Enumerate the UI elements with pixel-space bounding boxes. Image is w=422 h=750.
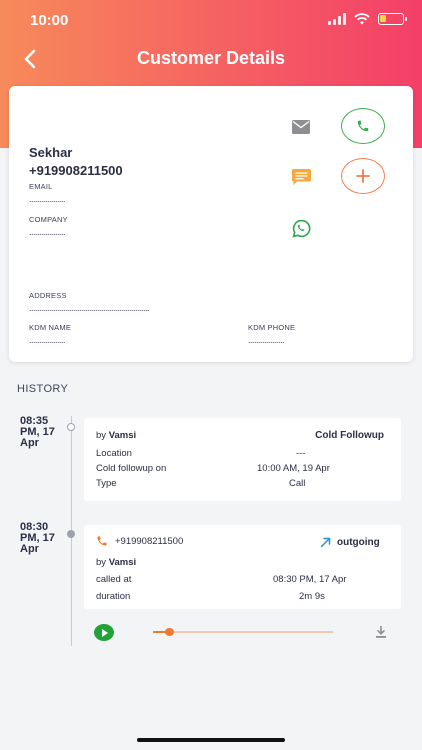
history-card-call[interactable]: +919908211500 outgoing by Vamsi called a… — [84, 525, 401, 609]
whatsapp-icon[interactable] — [292, 219, 311, 238]
followup-label: Cold followup on — [96, 463, 167, 474]
history-title: HISTORY — [17, 383, 69, 395]
by-prefix: by — [96, 430, 107, 441]
add-button[interactable] — [341, 158, 385, 194]
followup-value: 10:00 AM, 19 Apr — [257, 463, 330, 474]
customer-name: Sekhar — [29, 145, 73, 160]
duration-label: duration — [96, 591, 131, 602]
address-value: ........................................… — [29, 303, 150, 313]
mail-icon[interactable] — [292, 120, 310, 134]
status-icons — [328, 13, 407, 25]
by-name: Vamsi — [108, 557, 137, 568]
company-label: COMPANY — [29, 215, 68, 224]
signal-icon — [328, 13, 346, 25]
called-at-value: 08:30 PM, 17 Apr — [273, 574, 347, 585]
message-icon[interactable] — [292, 169, 311, 186]
by-name: Vamsi — [108, 430, 137, 441]
battery-icon — [378, 13, 407, 25]
seek-thumb[interactable] — [165, 628, 175, 636]
seek-track[interactable] — [153, 631, 333, 633]
timeline-dot — [67, 530, 75, 538]
email-value: .................. — [29, 194, 66, 204]
duration-value: 2m 9s — [299, 591, 325, 602]
kdm-name-label: KDM NAME — [29, 323, 72, 332]
called-at-label: called at — [96, 574, 132, 585]
history-card-followup[interactable]: by Vamsi Cold Followup Location --- Cold… — [84, 418, 401, 501]
audio-player — [94, 624, 394, 642]
company-value: .................. — [29, 227, 66, 237]
kdm-name-value: .................. — [29, 335, 66, 345]
location-label: Location — [96, 448, 132, 459]
wifi-icon — [354, 13, 370, 25]
email-label: EMAIL — [29, 182, 53, 191]
location-value: --- — [296, 448, 306, 459]
phone-icon — [357, 120, 369, 132]
by-line: by Vamsi — [96, 557, 136, 568]
phone-icon — [97, 536, 107, 546]
call-phone: +919908211500 — [115, 536, 184, 547]
call-direction: outgoing — [337, 537, 380, 548]
call-button[interactable] — [341, 108, 385, 144]
status-label: Cold Followup — [315, 430, 384, 441]
home-indicator — [137, 738, 285, 742]
play-button[interactable] — [94, 624, 114, 641]
battery-level — [380, 15, 387, 22]
history-timestamp: 08:35 PM, 17 Apr — [20, 415, 55, 449]
page-title: Customer Details — [136, 48, 286, 68]
by-prefix: by — [96, 557, 107, 568]
timeline-dot — [67, 423, 75, 431]
outgoing-arrow-icon — [320, 537, 331, 548]
by-line: by Vamsi — [96, 430, 136, 441]
address-label: ADDRESS — [29, 291, 67, 300]
status-time: 10:00 — [30, 12, 69, 29]
status-bar: 10:00 — [0, 10, 422, 32]
customer-phone: +919908211500 — [29, 163, 123, 178]
type-label: Type — [96, 478, 117, 489]
history-timestamp: 08:30 PM, 17 Apr — [20, 521, 55, 555]
kdm-phone-value: .................. — [248, 335, 285, 345]
type-value: Call — [289, 478, 306, 489]
plus-icon — [356, 169, 370, 183]
download-icon[interactable] — [374, 625, 388, 639]
kdm-phone-label: KDM PHONE — [248, 323, 296, 332]
customer-card: Sekhar +919908211500 EMAIL .............… — [9, 86, 413, 362]
